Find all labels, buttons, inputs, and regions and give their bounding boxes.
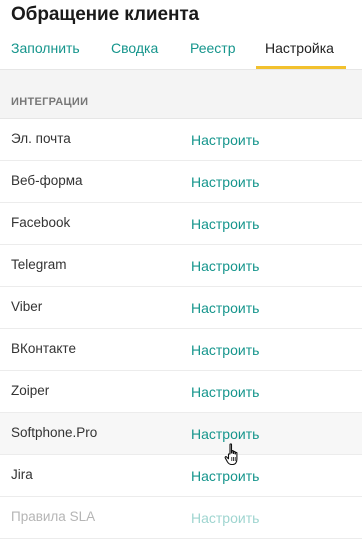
section-title: ИНТЕГРАЦИИ xyxy=(11,96,89,108)
integration-name: Softphone.Pro xyxy=(11,425,98,440)
integration-name: Правила SLA xyxy=(11,509,96,524)
integration-name: Эл. почта xyxy=(11,131,71,146)
integration-name: Jira xyxy=(11,467,33,482)
configure-link[interactable]: Настроить xyxy=(191,468,259,484)
list-item: Softphone.Pro Настроить xyxy=(0,413,362,455)
integration-name: Viber xyxy=(11,299,43,314)
list-item: Эл. почта Настроить xyxy=(0,119,362,161)
integrations-list: Эл. почта Настроить Веб-форма Настроить … xyxy=(0,119,362,539)
tab-settings[interactable]: Настройка xyxy=(265,40,334,56)
configure-link[interactable]: Настроить xyxy=(191,384,259,400)
page-title: Обращение клиента xyxy=(11,4,199,25)
integration-name: ВКонтакте xyxy=(11,341,76,356)
integration-name: Zoiper xyxy=(11,383,50,398)
configure-link[interactable]: Настроить xyxy=(191,426,259,442)
integration-name: Telegram xyxy=(11,257,67,272)
configure-link[interactable]: Настроить xyxy=(191,174,259,190)
list-item: Веб-форма Настроить xyxy=(0,161,362,203)
integration-name: Веб-форма xyxy=(11,173,83,188)
list-item: Facebook Настроить xyxy=(0,203,362,245)
configure-link[interactable]: Настроить xyxy=(191,216,259,232)
tab-fill[interactable]: Заполнить xyxy=(11,40,80,56)
list-item: Zoiper Настроить xyxy=(0,371,362,413)
list-item: ВКонтакте Настроить xyxy=(0,329,362,371)
list-item: Правила SLA Настроить xyxy=(0,497,362,539)
configure-link[interactable]: Настроить xyxy=(191,132,259,148)
list-item: Jira Настроить xyxy=(0,455,362,497)
list-item: Telegram Настроить xyxy=(0,245,362,287)
section-header-integrations: ИНТЕГРАЦИИ xyxy=(0,70,362,119)
active-tab-indicator xyxy=(256,66,346,69)
integration-name: Facebook xyxy=(11,215,71,230)
tab-summary[interactable]: Сводка xyxy=(111,40,158,56)
configure-link[interactable]: Настроить xyxy=(191,258,259,274)
tab-registry[interactable]: Реестр xyxy=(190,40,236,56)
configure-link[interactable]: Настроить xyxy=(191,510,259,526)
configure-link[interactable]: Настроить xyxy=(191,342,259,358)
tab-bar: Заполнить Сводка Реестр Настройка xyxy=(0,36,362,70)
list-item: Viber Настроить xyxy=(0,287,362,329)
configure-link[interactable]: Настроить xyxy=(191,300,259,316)
